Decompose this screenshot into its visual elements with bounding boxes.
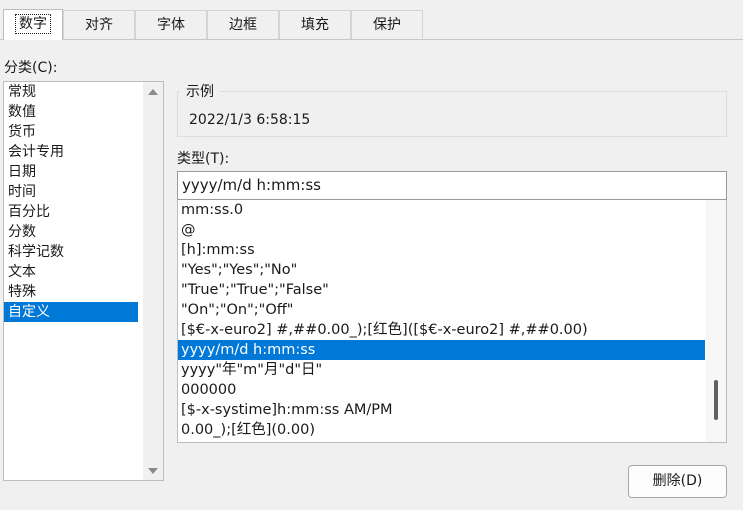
tab-font-label: 字体 <box>157 17 185 33</box>
category-item-percentage[interactable]: 百分比 <box>4 202 138 222</box>
category-scrollbar[interactable] <box>143 82 163 480</box>
format-item[interactable]: yyyy"年"m"月"d"日" <box>178 360 705 380</box>
format-item[interactable]: 000000 <box>178 380 705 400</box>
format-item[interactable]: [h]:mm:ss <box>178 240 705 260</box>
category-item-currency[interactable]: 货币 <box>4 122 138 142</box>
category-label: 分类(C): <box>4 60 58 76</box>
format-item-selected[interactable]: yyyy/m/d h:mm:ss <box>178 340 705 360</box>
category-item-text[interactable]: 文本 <box>4 262 138 282</box>
format-item[interactable]: 0.00_);[红色](0.00) <box>178 420 705 440</box>
category-item-accounting[interactable]: 会计专用 <box>4 142 138 162</box>
category-item-general[interactable]: 常规 <box>4 82 138 102</box>
format-list[interactable]: mm:ss.0 @ [h]:mm:ss "Yes";"Yes";"No" "Tr… <box>177 200 727 443</box>
format-item[interactable]: "Yes";"Yes";"No" <box>178 260 705 280</box>
format-item[interactable]: "True";"True";"False" <box>178 280 705 300</box>
tab-protection[interactable]: 保护 <box>351 10 423 39</box>
format-item[interactable]: mm:ss.0 <box>178 200 705 220</box>
tab-protection-label: 保护 <box>373 17 401 33</box>
category-item-custom[interactable]: 自定义 <box>4 302 138 322</box>
tab-alignment[interactable]: 对齐 <box>63 10 135 39</box>
delete-button[interactable]: 删除(D) <box>628 465 727 498</box>
format-scrollbar[interactable] <box>706 200 726 442</box>
category-item-special[interactable]: 特殊 <box>4 282 138 302</box>
format-item[interactable]: [$€-x-euro2] #,##0.00_);[红色]([$€-x-euro2… <box>178 320 705 340</box>
tab-fill[interactable]: 填充 <box>279 10 351 39</box>
tab-font[interactable]: 字体 <box>135 10 207 39</box>
sample-legend: 示例 <box>180 81 220 101</box>
tab-border-label: 边框 <box>229 17 257 33</box>
format-scrollbar-thumb[interactable] <box>714 380 718 420</box>
tab-number[interactable]: 数字 <box>3 9 63 40</box>
format-item[interactable]: [$-x-systime]h:mm:ss AM/PM <box>178 400 705 420</box>
tab-number-label: 数字 <box>15 14 51 34</box>
type-input[interactable]: yyyy/m/d h:mm:ss <box>177 171 727 200</box>
category-item-date[interactable]: 日期 <box>4 162 138 182</box>
tab-alignment-label: 对齐 <box>85 17 113 33</box>
category-item-fraction[interactable]: 分数 <box>4 222 138 242</box>
category-item-time[interactable]: 时间 <box>4 182 138 202</box>
tab-divider <box>0 39 743 40</box>
scroll-up-arrow-icon[interactable] <box>148 89 158 95</box>
tab-border[interactable]: 边框 <box>207 10 279 39</box>
scroll-down-arrow-icon[interactable] <box>148 468 158 474</box>
format-item[interactable]: @ <box>178 220 705 240</box>
tab-fill-label: 填充 <box>301 17 329 33</box>
format-item[interactable]: "On";"On";"Off" <box>178 300 705 320</box>
category-list[interactable]: 常规 数值 货币 会计专用 日期 时间 百分比 分数 科学记数 文本 特殊 自定… <box>3 81 164 481</box>
category-item-number[interactable]: 数值 <box>4 102 138 122</box>
sample-value: 2022/1/3 6:58:15 <box>189 112 311 128</box>
type-label: 类型(T): <box>177 151 230 167</box>
category-item-scientific[interactable]: 科学记数 <box>4 242 138 262</box>
